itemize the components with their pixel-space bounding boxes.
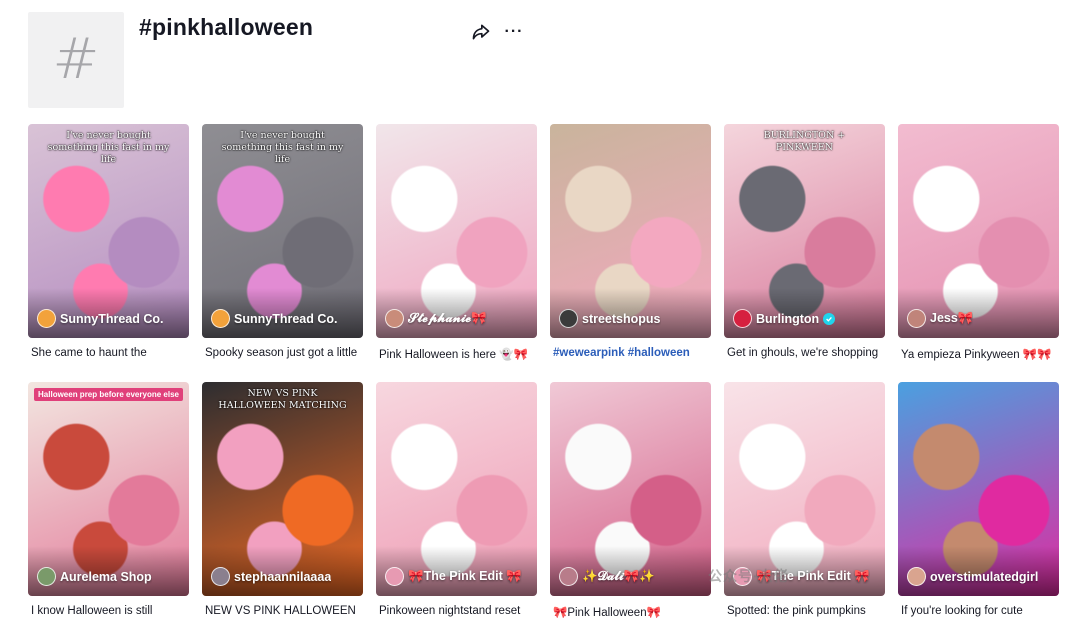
video-overlay-text: BURLINGTON + PINKWEEN bbox=[763, 130, 846, 153]
video-card[interactable]: 🎀The Pink Edit 🎀 Spotted: the pink pumpki… bbox=[724, 382, 885, 625]
avatar[interactable] bbox=[385, 567, 404, 586]
video-thumbnail[interactable]: 🎀The Pink Edit 🎀 bbox=[376, 382, 537, 596]
page-title: #pinkhalloween bbox=[139, 14, 314, 40]
hashtag-icon: # bbox=[52, 27, 100, 92]
avatar[interactable] bbox=[907, 309, 926, 328]
author-row[interactable]: stephaannilaaaa bbox=[211, 567, 357, 586]
video-thumbnail[interactable]: BURLINGTON + PINKWEEN Burlington bbox=[724, 124, 885, 338]
author-row[interactable]: streetshopus bbox=[559, 309, 705, 328]
video-card[interactable]: streetshopus #wewearpink #halloween bbox=[550, 124, 711, 367]
more-icon: ··· bbox=[504, 23, 524, 40]
video-caption[interactable]: #wewearpink #halloween bbox=[550, 347, 711, 359]
verified-badge-icon bbox=[823, 312, 836, 325]
avatar[interactable] bbox=[907, 567, 926, 586]
author-row[interactable]: Jess🎀 bbox=[907, 309, 1053, 328]
author-row[interactable]: ✨𝓓𝓪𝓵𝓲🎀✨ bbox=[559, 567, 705, 586]
author-name[interactable]: ✨𝓓𝓪𝓵𝓲🎀✨ bbox=[582, 569, 655, 584]
video-card[interactable]: Halloween prep before everyone else Aurel… bbox=[28, 382, 189, 625]
author-name[interactable]: streetshopus bbox=[582, 312, 661, 326]
video-caption[interactable]: 🎀Pink Halloween🎀 bbox=[550, 605, 711, 619]
video-thumbnail[interactable]: streetshopus bbox=[550, 124, 711, 338]
video-thumbnail[interactable]: NEW VS PINK HALLOWEEN MATCHING stephaanni… bbox=[202, 382, 363, 596]
author-name[interactable]: 𝓢𝓽𝓮𝓹𝓱𝓪𝓷𝓲𝓮🎀 bbox=[408, 311, 487, 326]
author-name[interactable]: Jess🎀 bbox=[930, 311, 973, 326]
share-arrow-icon bbox=[472, 24, 490, 40]
video-thumbnail[interactable]: Jess🎀 bbox=[898, 124, 1059, 338]
video-caption[interactable]: Get in ghouls, we're shopping bbox=[724, 347, 885, 359]
author-name[interactable]: 🎀The Pink Edit 🎀 bbox=[408, 569, 522, 584]
avatar[interactable] bbox=[37, 309, 56, 328]
author-name[interactable]: overstimulatedgirl bbox=[930, 570, 1038, 584]
video-card[interactable]: I've never bought something this fast in… bbox=[28, 124, 189, 367]
video-thumbnail[interactable]: overstimulatedgirl bbox=[898, 382, 1059, 596]
avatar[interactable] bbox=[211, 567, 230, 586]
avatar[interactable] bbox=[559, 309, 578, 328]
author-name[interactable]: SunnyThread Co. bbox=[234, 312, 337, 326]
video-caption[interactable]: Pink Halloween is here 👻🎀 bbox=[376, 347, 537, 361]
video-thumbnail[interactable]: Halloween prep before everyone else Aurel… bbox=[28, 382, 189, 596]
video-card[interactable]: Jess🎀 Ya empieza Pinkyween 🎀🎀 bbox=[898, 124, 1059, 367]
watermark-text: 公众号·大佬 bbox=[708, 568, 789, 584]
video-card[interactable]: NEW VS PINK HALLOWEEN MATCHING stephaanni… bbox=[202, 382, 363, 625]
video-overlay-text: I've never bought something this fast in… bbox=[47, 130, 170, 165]
video-caption[interactable]: Spotted: the pink pumpkins bbox=[724, 605, 885, 617]
tag-header: # #pinkhalloween ··· bbox=[28, 12, 1058, 108]
author-name[interactable]: stephaannilaaaa bbox=[234, 570, 331, 584]
share-button[interactable] bbox=[469, 20, 493, 44]
video-card[interactable]: I've never bought something this fast in… bbox=[202, 124, 363, 367]
video-card[interactable]: 𝓢𝓽𝓮𝓹𝓱𝓪𝓷𝓲𝓮🎀 Pink Halloween is here 👻🎀 bbox=[376, 124, 537, 367]
video-grid: I've never bought something this fast in… bbox=[28, 124, 1059, 625]
video-overlay-text: NEW VS PINK HALLOWEEN MATCHING bbox=[218, 388, 347, 411]
author-row[interactable]: SunnyThread Co. bbox=[211, 309, 357, 328]
author-row[interactable]: 𝓢𝓽𝓮𝓹𝓱𝓪𝓷𝓲𝓮🎀 bbox=[385, 309, 531, 328]
video-caption[interactable]: Ya empieza Pinkyween 🎀🎀 bbox=[898, 347, 1059, 361]
more-options-button[interactable]: ··· bbox=[502, 20, 526, 44]
avatar[interactable] bbox=[37, 567, 56, 586]
video-caption[interactable]: If you're looking for cute bbox=[898, 605, 1059, 617]
video-caption[interactable]: She came to haunt the bbox=[28, 347, 189, 359]
video-overlay-text: I've never bought something this fast in… bbox=[221, 130, 344, 165]
video-thumbnail[interactable]: 𝓢𝓽𝓮𝓹𝓱𝓪𝓷𝓲𝓮🎀 bbox=[376, 124, 537, 338]
author-name[interactable]: Aurelema Shop bbox=[60, 570, 152, 584]
avatar[interactable] bbox=[385, 309, 404, 328]
video-thumbnail[interactable]: I've never bought something this fast in… bbox=[202, 124, 363, 338]
avatar[interactable] bbox=[211, 309, 230, 328]
video-overlay-text: Halloween prep before everyone else bbox=[34, 388, 183, 401]
author-name[interactable]: SunnyThread Co. bbox=[60, 312, 163, 326]
author-row[interactable]: 🎀The Pink Edit 🎀 bbox=[385, 567, 531, 586]
video-card[interactable]: overstimulatedgirl If you're looking for … bbox=[898, 382, 1059, 625]
video-thumbnail[interactable]: ✨𝓓𝓪𝓵𝓲🎀✨ bbox=[550, 382, 711, 596]
video-thumbnail[interactable]: 🎀The Pink Edit 🎀 bbox=[724, 382, 885, 596]
video-caption[interactable]: Pinkoween nightstand reset bbox=[376, 605, 537, 617]
avatar[interactable] bbox=[559, 567, 578, 586]
author-row[interactable]: Burlington bbox=[733, 309, 879, 328]
video-card[interactable]: 🎀The Pink Edit 🎀 Pinkoween nightstand res… bbox=[376, 382, 537, 625]
video-card[interactable]: BURLINGTON + PINKWEEN Burlington Get in gh… bbox=[724, 124, 885, 367]
video-card[interactable]: ✨𝓓𝓪𝓵𝓲🎀✨ 🎀Pink Halloween🎀 bbox=[550, 382, 711, 625]
hashtag-thumbnail: # bbox=[28, 12, 124, 108]
avatar[interactable] bbox=[733, 309, 752, 328]
video-caption[interactable]: I know Halloween is still bbox=[28, 605, 189, 617]
author-name[interactable]: Burlington bbox=[756, 312, 819, 326]
video-caption[interactable]: NEW VS PINK HALLOWEEN bbox=[202, 605, 363, 617]
author-row[interactable]: Aurelema Shop bbox=[37, 567, 183, 586]
video-thumbnail[interactable]: I've never bought something this fast in… bbox=[28, 124, 189, 338]
video-caption[interactable]: Spooky season just got a little bbox=[202, 347, 363, 359]
author-row[interactable]: SunnyThread Co. bbox=[37, 309, 183, 328]
author-row[interactable]: overstimulatedgirl bbox=[907, 567, 1053, 586]
